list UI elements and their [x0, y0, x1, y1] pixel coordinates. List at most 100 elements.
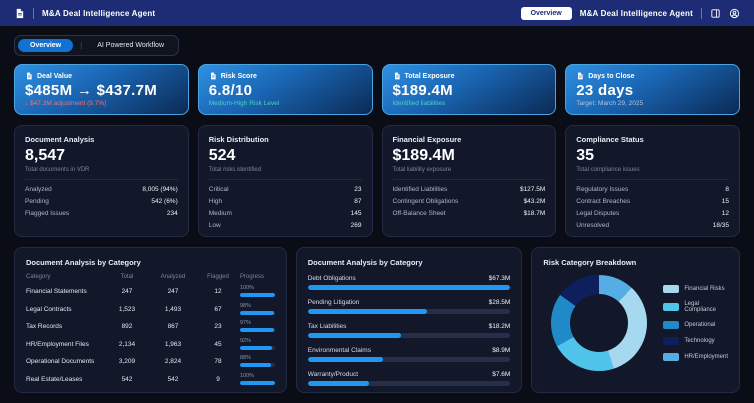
table-row: Legal Contracts 1,523 1,493 67 98%	[26, 301, 275, 319]
cell-progress: 88%	[240, 355, 275, 368]
stat-row-value: 18/35	[712, 222, 729, 229]
bar-value: $8.9M	[492, 347, 511, 354]
progress-label: 98%	[240, 302, 252, 309]
cell-total: 247	[121, 288, 133, 296]
stat-row-value: 8	[725, 186, 729, 193]
stat-row-item: Off-Balance Sheet $18.7M	[393, 210, 546, 217]
stat-row-item: Legal Disputes 12	[576, 210, 729, 217]
risk-donut-panel: Risk Category Breakdown Financial Risks L…	[531, 247, 740, 393]
progress-fill	[240, 363, 271, 368]
kpi-card-value: $485M → $437.7M	[25, 81, 158, 99]
table-column-header: Progress	[240, 274, 265, 280]
bar-fill	[307, 309, 428, 314]
stat-row-value: 8,005 (94%)	[142, 186, 178, 193]
bar-fill	[307, 333, 401, 338]
bar-value: $28.5M	[488, 299, 511, 306]
cell-flagged: 45	[214, 340, 222, 348]
kpi-card-value: $189.4M	[392, 81, 453, 99]
stat-card-title: Compliance Status	[576, 135, 644, 144]
bar-item-header: Debt Obligations $67.3M	[308, 275, 511, 282]
cell-progress: 100%	[240, 372, 275, 385]
legend-item: HR/Employment	[663, 353, 728, 361]
doc-analysis-table-panel: Document Analysis by Category Category To…	[14, 247, 287, 393]
cell-progress: 98%	[240, 302, 275, 315]
stat-row-label: Analyzed	[25, 186, 52, 193]
stat-row-label: Contingent Obligations	[392, 198, 459, 205]
bar-value: $67.3M	[488, 275, 511, 282]
stat-row-item: Low 269	[209, 222, 362, 229]
card-icon	[27, 72, 32, 80]
table-header-row: Category Total Analyzed Flagged Progress	[26, 274, 275, 280]
tabbar-wrap: Overview | AI Powered Workflow	[0, 26, 754, 60]
legend-label: Technology	[684, 338, 715, 344]
progress-fill	[240, 380, 275, 385]
kpi-card-subtitle: Medium-High Risk Level	[208, 99, 280, 107]
cell-total: 892	[121, 323, 133, 331]
progress-label: 100%	[240, 372, 255, 379]
stat-card-caption: Total risks identified	[208, 167, 362, 180]
stat-card-value: 35	[576, 147, 595, 164]
cell-analyzed: 1,963	[164, 340, 182, 348]
kpi-row: Deal Value $485M → $437.7M ↓ $47.3M adjust…	[0, 60, 754, 115]
stat-row-label: Flagged Issues	[25, 210, 70, 217]
progress-fill	[240, 310, 275, 315]
legend-item: Financial Risks	[663, 285, 728, 293]
header-left: M&A Deal Intelligence Agent	[14, 7, 155, 19]
legend-item: Operational	[663, 321, 728, 329]
bar-item-header: Environmental Claims $8.9M	[308, 347, 511, 354]
header-right: Overview M&A Deal Intelligence Agent	[520, 6, 740, 20]
panel-title: Document Analysis by Category	[307, 258, 423, 267]
stat-row-value: $43.2M	[523, 198, 546, 205]
bar-value: $18.2M	[488, 323, 511, 330]
legend-label: Operational	[684, 322, 716, 328]
tab-overview[interactable]: Overview	[18, 39, 74, 52]
stat-row-label: Regulatory Issues	[576, 186, 629, 193]
stat-row-value: 87	[354, 198, 362, 205]
progress-fill	[240, 328, 274, 333]
stat-row-item: Contract Breaches 15	[576, 198, 729, 205]
tab-ai-powered-workflow[interactable]: AI Powered Workflow	[89, 39, 172, 52]
stat-row-item: Identified Liabilities $127.5M	[393, 186, 546, 193]
stat-card-rows: Identified Liabilities $127.5M Contingent …	[393, 186, 546, 217]
bar-track	[307, 357, 511, 362]
kpi-card-label: Days to Close	[588, 72, 635, 80]
cell-analyzed: 2,824	[164, 358, 182, 366]
progress-label: 92%	[240, 337, 252, 344]
legend-label: Legal Compliance	[684, 301, 716, 313]
stat-row-item: Pending 542 (6%)	[25, 198, 178, 205]
kpi-card-header: Risk Score	[209, 72, 362, 80]
stat-row-item: Unresolved 18/35	[576, 222, 729, 229]
stat-row-item: High 87	[209, 198, 362, 205]
donut-area: Financial Risks Legal Compliance Operation…	[543, 275, 728, 371]
panel-title: Document Analysis by Category	[26, 258, 141, 267]
stat-row-label: Pending	[25, 198, 49, 205]
apps-icon[interactable]	[710, 8, 721, 19]
stat-row-label: Legal Disputes	[576, 210, 620, 217]
cell-flagged: 9	[216, 375, 220, 383]
cell-category: Tax Records	[26, 323, 63, 331]
bar-chart: Debt Obligations $67.3M Pending Litigation…	[307, 275, 511, 386]
bar-track	[307, 285, 511, 290]
account-icon[interactable]	[729, 8, 740, 19]
stat-row-value: $18.7M	[523, 210, 546, 217]
legend-label: HR/Employment	[684, 354, 728, 360]
cell-category: Legal Contracts	[26, 305, 72, 313]
kpi-card: Total Exposure $189.4M Identified liabilit…	[381, 64, 557, 115]
stat-card-value: 524	[208, 147, 236, 164]
app-header: M&A Deal Intelligence Agent Overview M&A…	[0, 0, 754, 26]
bar-item: Warranty/Product $7.6M	[307, 371, 511, 386]
bar-label: Environmental Claims	[307, 347, 371, 354]
header-divider-2	[701, 7, 702, 19]
tab-separator: |	[80, 41, 83, 50]
stat-row-value: $127.5M	[519, 186, 546, 193]
progress-track	[240, 310, 275, 315]
kpi-card-value: 23 days	[576, 81, 634, 99]
progress-label: 88%	[240, 355, 252, 362]
overview-button[interactable]: Overview	[520, 6, 572, 20]
cell-analyzed: 1,493	[164, 305, 182, 313]
kpi-card-header: Deal Value	[25, 72, 178, 80]
bar-label: Debt Obligations	[307, 275, 356, 282]
cell-category: Real Estate/Leases	[26, 375, 83, 383]
stat-card: Financial Exposure $189.4M Total liability…	[381, 125, 557, 237]
bar-item: Pending Litigation $28.5M	[307, 299, 511, 314]
